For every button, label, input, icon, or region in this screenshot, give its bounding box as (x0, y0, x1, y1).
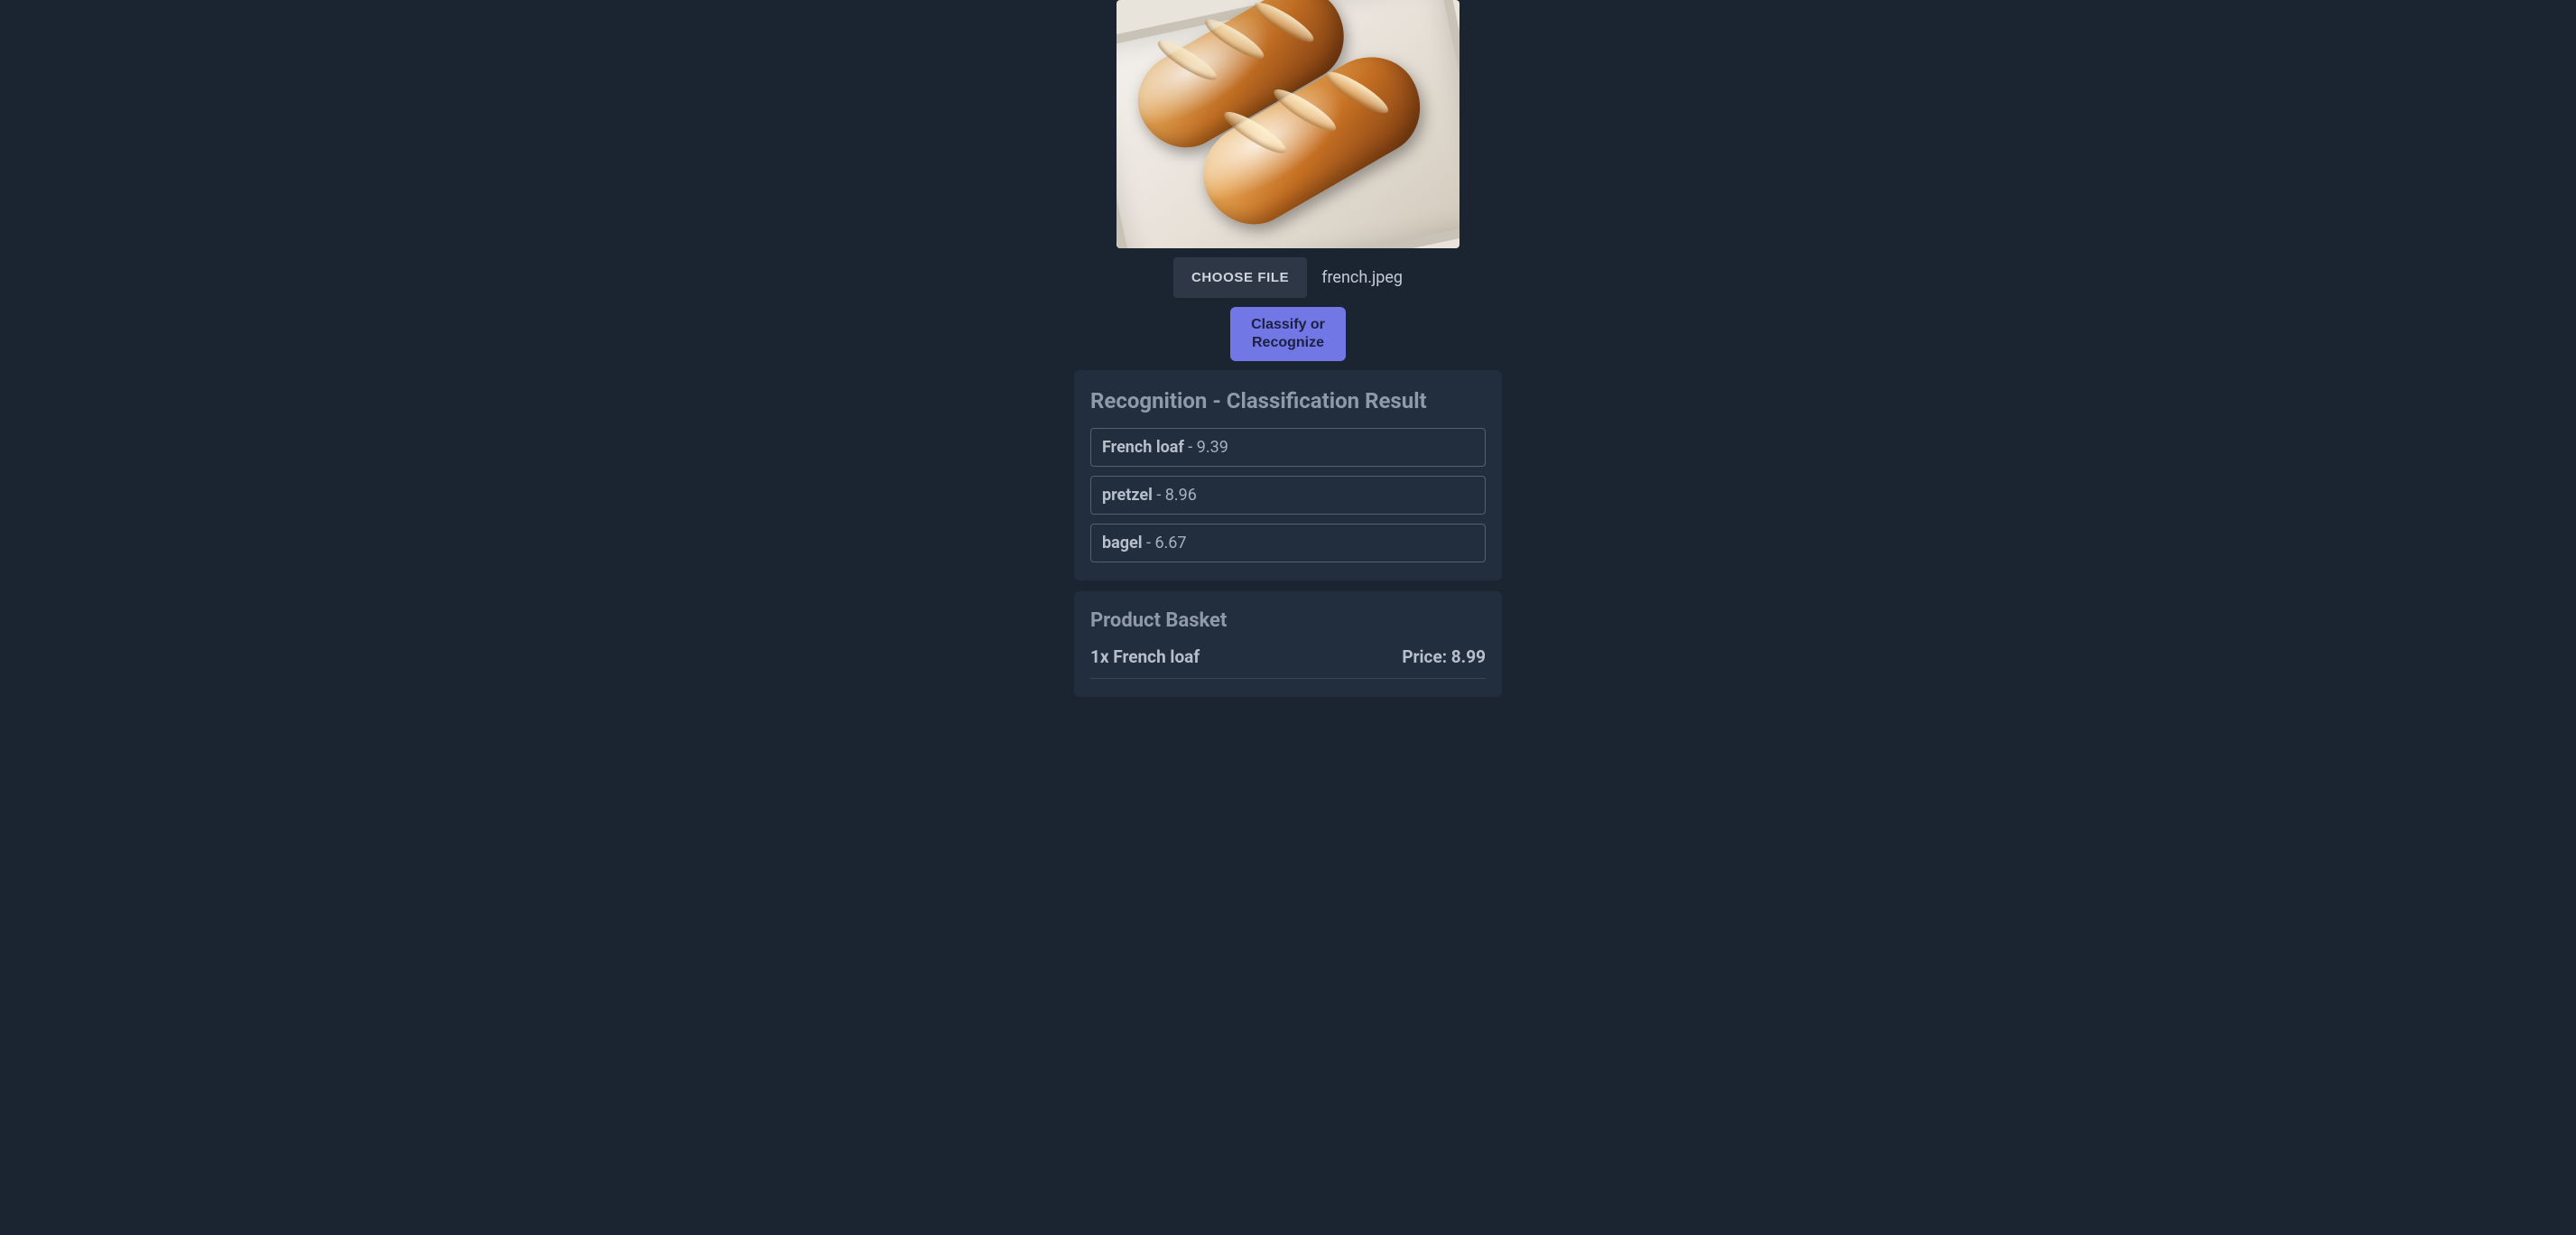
choose-file-button[interactable]: CHOOSE FILE (1173, 257, 1307, 298)
selected-file-name: french.jpeg (1321, 268, 1403, 287)
result-separator: - (1143, 534, 1155, 552)
basket-item-price: Price: 8.99 (1402, 646, 1486, 667)
result-score: 9.39 (1197, 438, 1228, 457)
result-label: French loaf (1102, 438, 1184, 457)
uploaded-image-preview (1117, 0, 1459, 248)
basket-item-line: 1x French loaf (1090, 646, 1200, 667)
file-input-row: CHOOSE FILE french.jpeg (1173, 257, 1403, 298)
result-score: 8.96 (1165, 486, 1197, 505)
basket-item-row: 1x French loaf Price: 8.99 (1090, 646, 1486, 679)
result-label: pretzel (1102, 486, 1153, 505)
result-separator: - (1153, 486, 1165, 505)
result-score: 6.67 (1154, 534, 1186, 552)
result-item[interactable]: bagel - 6.67 (1090, 524, 1486, 562)
results-title: Recognition - Classification Result (1090, 388, 1486, 413)
result-label: bagel (1102, 534, 1143, 552)
result-item[interactable]: pretzel - 8.96 (1090, 476, 1486, 515)
result-separator: - (1184, 438, 1197, 457)
image-illustration (1117, 0, 1459, 248)
basket-panel: Product Basket 1x French loaf Price: 8.9… (1074, 591, 1502, 697)
basket-title: Product Basket (1090, 609, 1486, 632)
classify-button[interactable]: Classify or Recognize (1230, 307, 1346, 361)
results-panel: Recognition - Classification Result Fren… (1074, 370, 1502, 580)
result-item[interactable]: French loaf - 9.39 (1090, 428, 1486, 467)
